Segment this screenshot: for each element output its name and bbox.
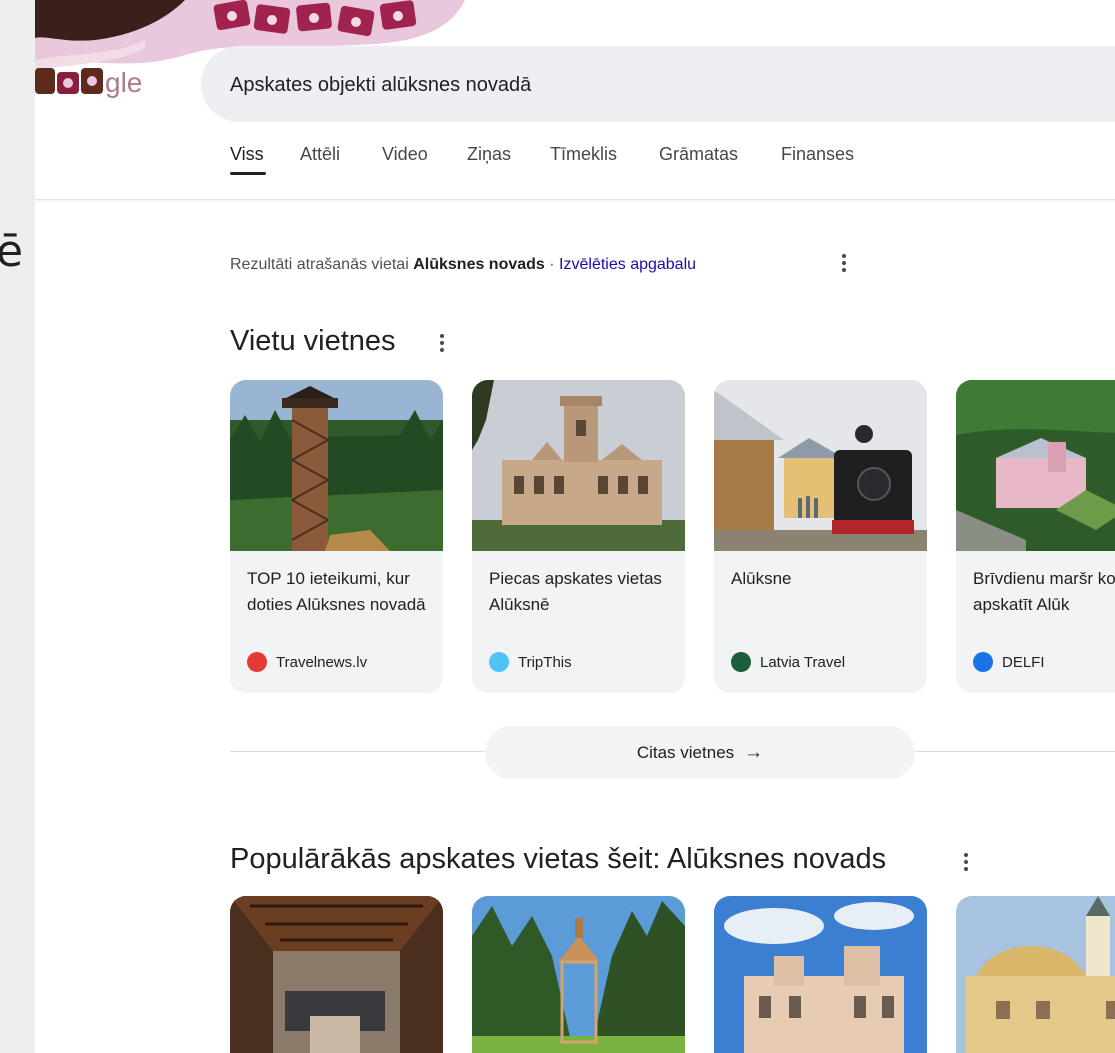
source-name: DELFI (1002, 653, 1045, 671)
source-name: Latvia Travel (760, 653, 846, 671)
card-source: Latvia Travel (731, 652, 845, 672)
tab-images[interactable]: Attēli (300, 144, 340, 165)
sites-section-title: Vietu vietnes (230, 325, 396, 357)
location-more-options-icon[interactable] (842, 254, 846, 272)
pavilion-image (472, 896, 685, 1053)
site-card-delfi[interactable]: Brīvdienu maršr ko apskatīt Alūk DELFI (956, 380, 1115, 693)
location-place: Alūksnes novads (413, 256, 545, 273)
castle-image (472, 380, 685, 551)
card-source: Travelnews.lv (247, 652, 367, 672)
location-prefix: Rezultāti atrašanās vietai (230, 256, 409, 273)
tab-finance[interactable]: Finanses (781, 144, 854, 165)
header-shadow (35, 200, 1115, 203)
card-title: Alūksne (731, 569, 792, 588)
cut-off-text: ē (0, 226, 24, 277)
lookout-tower-image (230, 380, 443, 551)
card-source: TripThis (489, 652, 572, 672)
change-area-link[interactable]: Izvēlēties apgabalu (559, 256, 696, 273)
tripthis-favicon-icon (489, 652, 509, 672)
card-title: Piecas apskates vietas Alūksnē (489, 569, 662, 614)
popular-section-title: Populārākās apskates vietas šeit: Alūksn… (230, 843, 887, 875)
travelnews-favicon-icon (247, 652, 267, 672)
divider-left (230, 751, 485, 752)
place-card-castle[interactable] (714, 896, 927, 1053)
card-title: TOP 10 ieteikumi, kur doties Alūksnes no… (247, 569, 426, 614)
popular-more-options-icon[interactable] (964, 853, 968, 871)
delfi-favicon-icon (973, 652, 993, 672)
tab-label: Viss (230, 144, 264, 164)
steam-train-image (714, 380, 927, 551)
site-card-latvia-travel[interactable]: Alūksne Latvia Travel (714, 380, 927, 693)
tab-all[interactable]: Viss (230, 144, 266, 175)
latvia-travel-favicon-icon (731, 652, 751, 672)
divider-right (915, 751, 1115, 752)
logo-text: gle (105, 67, 142, 98)
background-window-strip: ē (0, 0, 35, 1053)
church-image (956, 896, 1115, 1053)
source-name: Travelnews.lv (276, 653, 368, 671)
location-separator: · (544, 256, 560, 273)
tab-news[interactable]: Ziņas (467, 144, 511, 165)
card-title: Brīvdienu maršr ko apskatīt Alūk (973, 569, 1115, 614)
active-tab-indicator (230, 172, 266, 175)
arrow-right-icon: → (744, 741, 764, 763)
more-sites-label: Citas vietnes (636, 742, 735, 762)
location-notice: Rezultāti atrašanās vietai Alūksnes nova… (230, 256, 696, 274)
tab-web[interactable]: Tīmeklis (550, 144, 617, 165)
place-card-pavilion[interactable] (472, 896, 685, 1053)
new-castle-image (714, 896, 927, 1053)
site-card-tripthis[interactable]: Piecas apskates vietas Alūksnē TripThis (472, 380, 685, 693)
tab-books[interactable]: Grāmatas (659, 144, 738, 165)
place-card-museum[interactable] (230, 896, 443, 1053)
search-results-page: gle Apskates objekti alūksnes novadā Vis… (35, 0, 1115, 1053)
search-input[interactable]: Apskates objekti alūksnes novadā (201, 46, 1115, 122)
sites-more-options-icon[interactable] (440, 334, 444, 352)
site-card-travelnews[interactable]: TOP 10 ieteikumi, kur doties Alūksnes no… (230, 380, 443, 693)
search-query-text: Apskates objekti alūksnes novadā (230, 74, 532, 96)
source-name: TripThis (518, 653, 572, 671)
place-card-church[interactable] (956, 896, 1115, 1053)
more-sites-button[interactable]: Citas vietnes → (485, 726, 915, 779)
museum-interior-image (230, 896, 443, 1053)
card-source: DELFI (973, 652, 1045, 672)
tab-video[interactable]: Video (382, 144, 428, 165)
manor-aerial-image (956, 380, 1115, 551)
